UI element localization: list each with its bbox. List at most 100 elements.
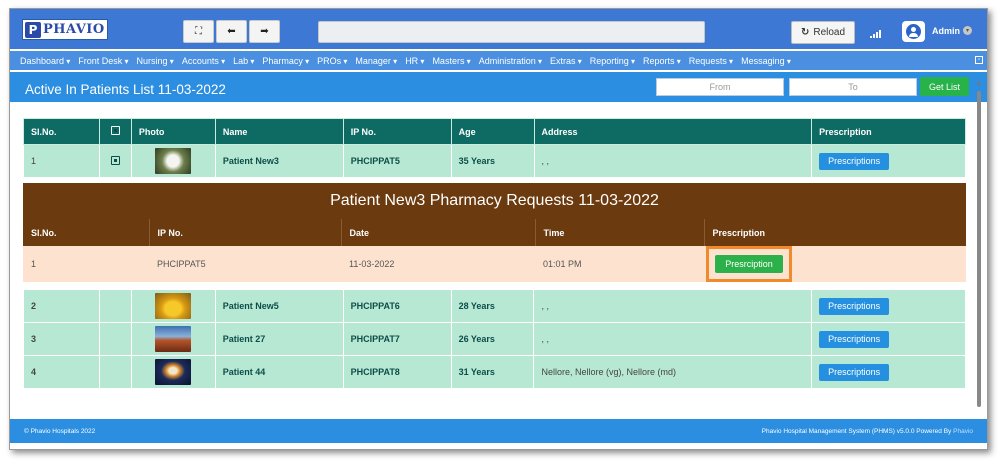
refresh-icon: ↻ [800,27,810,38]
row-ip: PHCIPPAT5 [149,246,341,282]
top-toolbar: P PHAVIO ⛶ ⬅ ➡ ↻ Reload Admin ▾ [10,9,987,49]
row-name: Patient 27 [214,322,344,356]
app-window: P PHAVIO ⛶ ⬅ ➡ ↻ Reload Admin ▾ Dashboar… [9,8,988,450]
prescriptions-button[interactable]: Prescriptions [819,297,890,315]
menu-front-desk[interactable]: Front Desk [78,56,128,66]
row-prescription: Presrciption [704,246,966,282]
reload-button[interactable]: ↻ Reload [791,21,855,44]
row-address: , , [533,144,813,178]
row-name: Patient New5 [214,289,344,323]
row-age: 26 Years [450,322,535,356]
menu-extras[interactable]: Extras [550,56,582,66]
row-prescription: Prescriptions [811,355,966,389]
menu-lab[interactable]: Lab [233,56,254,66]
menu-nursing[interactable]: Nursing [137,56,174,66]
patient-photo [155,359,192,385]
row-ip: PHCIPPAT6 [342,289,452,323]
app-logo[interactable]: P PHAVIO [22,19,108,40]
footer: © Phavio Hospitals 2022 Phavio Hospital … [10,419,987,443]
row-slno: 1 [23,144,100,178]
col-slno: Sl.No. [23,219,149,246]
scroll-up-icon[interactable]: ▲ [974,80,983,89]
patient-photo [155,148,192,174]
footer-copyright: © Phavio Hospitals 2022 [24,428,96,435]
page-header: Active In Patients List 11-03-2022 From … [10,72,987,102]
col-prescription: Prescription [811,118,966,145]
col-address: Address [533,118,813,145]
menu-hr[interactable]: HR [405,56,424,66]
col-expand [98,118,132,145]
menu-reporting[interactable]: Reporting [590,56,635,66]
highlight-box: Presrciption [706,246,792,282]
get-list-button[interactable]: Get List [920,77,969,96]
table-row: 1 Patient New3 PHCIPPAT5 35 Years , , Pr… [23,144,966,178]
row-expand [98,355,132,389]
user-dropdown-icon[interactable]: ▾ [963,26,972,35]
footer-credits-text: Phavio Hospital Management System (PHMS)… [761,428,954,435]
page-title: Active In Patients List 11-03-2022 [25,82,226,97]
search-input[interactable] [318,21,705,43]
row-ip: PHCIPPAT8 [342,355,452,389]
from-date-input[interactable]: From [656,78,784,96]
row-expand [98,289,132,323]
forward-button[interactable]: ➡ [249,20,280,43]
menu-masters[interactable]: Masters [432,56,470,66]
footer-credits: Phavio Hospital Management System (PHMS)… [762,428,973,435]
menu-accounts[interactable]: Accounts [182,56,225,66]
menu-pros[interactable]: PROs [317,56,347,66]
pharmacy-requests-table: Sl.No. IP No. Date Time Prescription 1 P… [23,219,966,282]
menu-messaging[interactable]: Messaging [741,56,791,66]
row-expand [98,144,132,178]
logo-mark: P [25,21,41,38]
footer-brand-link[interactable]: Phavio [953,428,973,435]
row-ip: PHCIPPAT7 [342,322,452,356]
arrow-right-icon: ➡ [260,26,269,37]
prescriptions-button[interactable]: Prescriptions [819,363,890,381]
collapse-row-icon[interactable] [110,155,120,165]
row-slno: 4 [23,355,100,389]
col-age: Age [450,118,535,145]
table-row: 4 Patient 44 PHCIPPAT8 31 Years Nellore,… [23,355,966,389]
row-photo [130,355,216,389]
row-time: 01:01 PM [535,246,704,282]
menu-reports[interactable]: Reports [643,56,681,66]
row-address: Nellore, Nellore (vg), Nellore (md) [533,355,813,389]
patients-table: Sl.No. Photo Name IP No. Age Address Pre… [23,118,966,178]
pharmacy-requests-panel: Patient New3 Pharmacy Requests 11-03-202… [23,183,966,282]
prescription-button[interactable]: Presrciption [715,255,783,273]
row-age: 31 Years [450,355,535,389]
panel-title: Patient New3 Pharmacy Requests 11-03-202… [330,192,659,209]
scrollbar-thumb[interactable] [976,91,981,407]
prescriptions-button[interactable]: Prescriptions [819,152,890,170]
page-scrollbar[interactable]: ▲ [974,80,983,420]
row-prescription: Prescriptions [811,289,966,323]
row-ip: PHCIPPAT5 [342,144,452,178]
expand-all-icon[interactable] [110,126,120,135]
collapse-menu-icon[interactable]: ▫ [975,56,983,64]
row-slno: 3 [23,322,100,356]
menu-manager[interactable]: Manager [355,56,397,66]
menu-dashboard[interactable]: Dashboard [20,56,70,66]
row-age: 35 Years [450,144,535,178]
fullscreen-button[interactable]: ⛶ [183,20,214,43]
back-button[interactable]: ⬅ [216,20,247,43]
menu-administration[interactable]: Administration [479,56,542,66]
prescriptions-button[interactable]: Prescriptions [819,330,890,348]
fullscreen-icon: ⛶ [195,26,202,37]
to-date-input[interactable]: To [789,78,917,96]
user-avatar-icon[interactable] [902,21,925,42]
user-name[interactable]: Admin [932,26,960,36]
col-name: Name [214,118,344,145]
table-header-row: Sl.No. IP No. Date Time Prescription [23,219,966,246]
col-prescription: Prescription [703,219,966,246]
col-ip: IP No. [342,118,452,145]
menu-pharmacy[interactable]: Pharmacy [262,56,309,66]
row-name: Patient New3 [214,144,344,178]
menu-requests[interactable]: Requests [689,56,733,66]
table-header-row: Sl.No. Photo Name IP No. Age Address Pre… [23,118,966,145]
row-address: , , [533,289,813,323]
col-photo: Photo [130,118,216,145]
col-slno: Sl.No. [23,118,100,145]
table-row: 2 Patient New5 PHCIPPAT6 28 Years , , Pr… [23,289,966,323]
row-expand [98,322,132,356]
